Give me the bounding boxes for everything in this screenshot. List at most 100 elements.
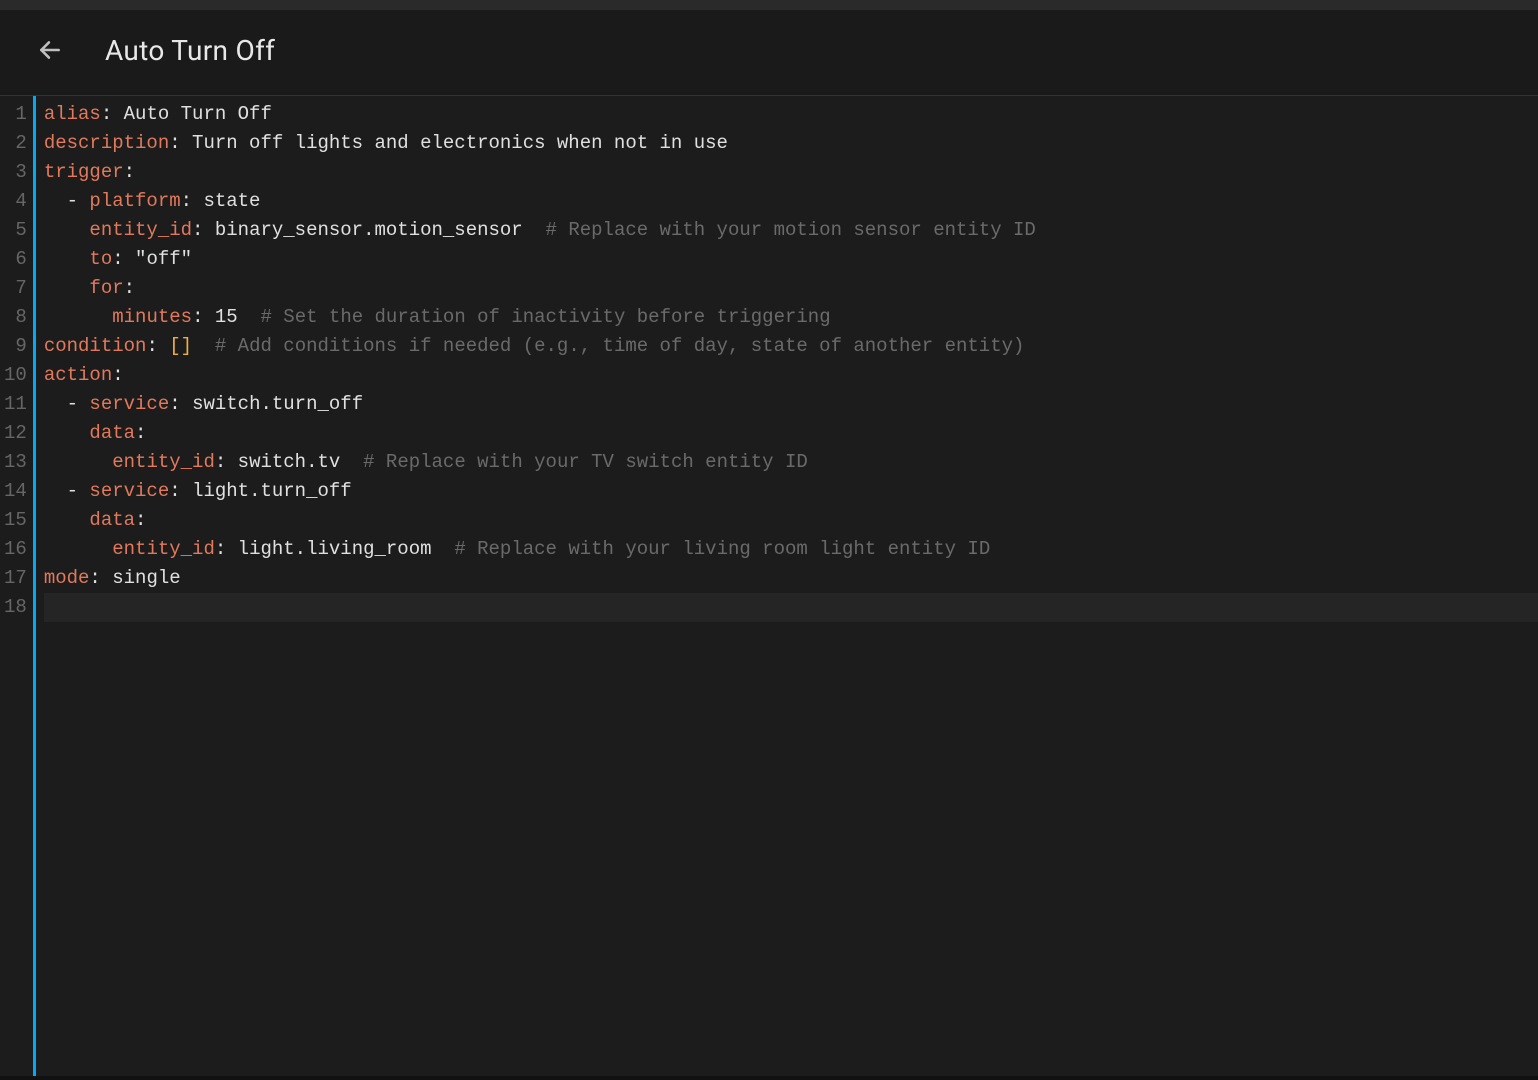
code-token: state [203,190,260,212]
code-token: # Add conditions if needed (e.g., time o… [215,335,1025,357]
code-token: : [112,248,135,270]
code-token: action [44,364,112,386]
code-token: data [89,509,135,531]
code-token: platform [89,190,180,212]
line-number: 16 [4,535,27,564]
code-token [238,306,261,328]
code-token: : [101,103,124,125]
code-token: [] [169,335,192,357]
code-token: : [169,480,192,502]
code-token [44,306,112,328]
code-line[interactable]: description: Turn off lights and electro… [44,129,1538,158]
code-token: : [124,277,135,299]
line-number: 2 [4,129,27,158]
line-number: 3 [4,158,27,187]
line-number: 1 [4,100,27,129]
code-token: single [112,567,180,589]
code-line[interactable]: - service: switch.turn_off [44,390,1538,419]
code-token: Turn off lights and electronics when not… [192,132,728,154]
line-number: 13 [4,448,27,477]
code-token: : [192,306,215,328]
code-token: to [89,248,112,270]
line-number: 8 [4,303,27,332]
arrow-left-icon [37,37,63,63]
code-token [44,451,112,473]
code-line[interactable]: data: [44,419,1538,448]
code-token: : [124,161,135,183]
code-content[interactable]: alias: Auto Turn Offdescription: Turn of… [36,96,1538,1076]
line-number: 18 [4,593,27,622]
code-token: 15 [215,306,238,328]
line-number: 4 [4,187,27,216]
code-token: alias [44,103,101,125]
window-top-edge [0,0,1538,10]
yaml-editor[interactable]: 123456789101112131415161718 alias: Auto … [0,95,1538,1076]
code-token [44,248,90,270]
code-token: description [44,132,169,154]
code-token [44,509,90,531]
code-line[interactable]: - platform: state [44,187,1538,216]
line-number: 17 [4,564,27,593]
code-line[interactable]: - service: light.turn_off [44,477,1538,506]
code-token: : [192,219,215,241]
code-token [523,219,546,241]
code-token: condition [44,335,147,357]
code-line[interactable]: entity_id: light.living_room # Replace w… [44,535,1538,564]
code-token: : [169,393,192,415]
code-token: # Replace with your TV switch entity ID [363,451,808,473]
code-token: : [181,190,204,212]
page-header: Auto Turn Off [0,10,1538,95]
code-line[interactable]: entity_id: switch.tv # Replace with your… [44,448,1538,477]
code-token [44,219,90,241]
line-number: 15 [4,506,27,535]
code-token: - [44,393,90,415]
line-number: 10 [4,361,27,390]
code-token [44,277,90,299]
code-token: : [146,335,169,357]
code-token [44,538,112,560]
code-line[interactable]: alias: Auto Turn Off [44,100,1538,129]
code-token: switch.tv [238,451,341,473]
code-token: service [89,393,169,415]
page-title: Auto Turn Off [105,34,275,67]
code-line[interactable]: mode: single [44,564,1538,593]
line-number: 9 [4,332,27,361]
code-token: - [44,480,90,502]
code-token: data [89,422,135,444]
code-token: binary_sensor.motion_sensor [215,219,523,241]
code-token: light.turn_off [192,480,352,502]
code-line[interactable]: minutes: 15 # Set the duration of inacti… [44,303,1538,332]
line-number: 5 [4,216,27,245]
code-line[interactable]: entity_id: binary_sensor.motion_sensor #… [44,216,1538,245]
back-button[interactable] [30,30,70,70]
code-line[interactable]: to: "off" [44,245,1538,274]
code-token: entity_id [112,451,215,473]
code-token [192,335,215,357]
code-token [44,422,90,444]
line-number: 7 [4,274,27,303]
code-token: for [89,277,123,299]
code-line[interactable]: condition: [] # Add conditions if needed… [44,332,1538,361]
code-token: service [89,480,169,502]
line-number: 6 [4,245,27,274]
code-line[interactable]: action: [44,361,1538,390]
code-line[interactable]: data: [44,506,1538,535]
code-token [340,451,363,473]
code-line[interactable]: for: [44,274,1538,303]
code-token: # Set the duration of inactivity before … [261,306,831,328]
code-token: mode [44,567,90,589]
code-token: # Replace with your motion sensor entity… [546,219,1036,241]
code-token: entity_id [112,538,215,560]
code-line[interactable] [44,593,1538,622]
code-token: Auto Turn Off [124,103,272,125]
code-token: : [215,451,238,473]
code-token: trigger [44,161,124,183]
code-token: minutes [112,306,192,328]
code-token: switch.turn_off [192,393,363,415]
code-token: entity_id [89,219,192,241]
code-token: : [135,422,146,444]
line-number: 14 [4,477,27,506]
line-number-gutter: 123456789101112131415161718 [0,96,33,1076]
code-line[interactable]: trigger: [44,158,1538,187]
code-token: light.living_room [238,538,432,560]
